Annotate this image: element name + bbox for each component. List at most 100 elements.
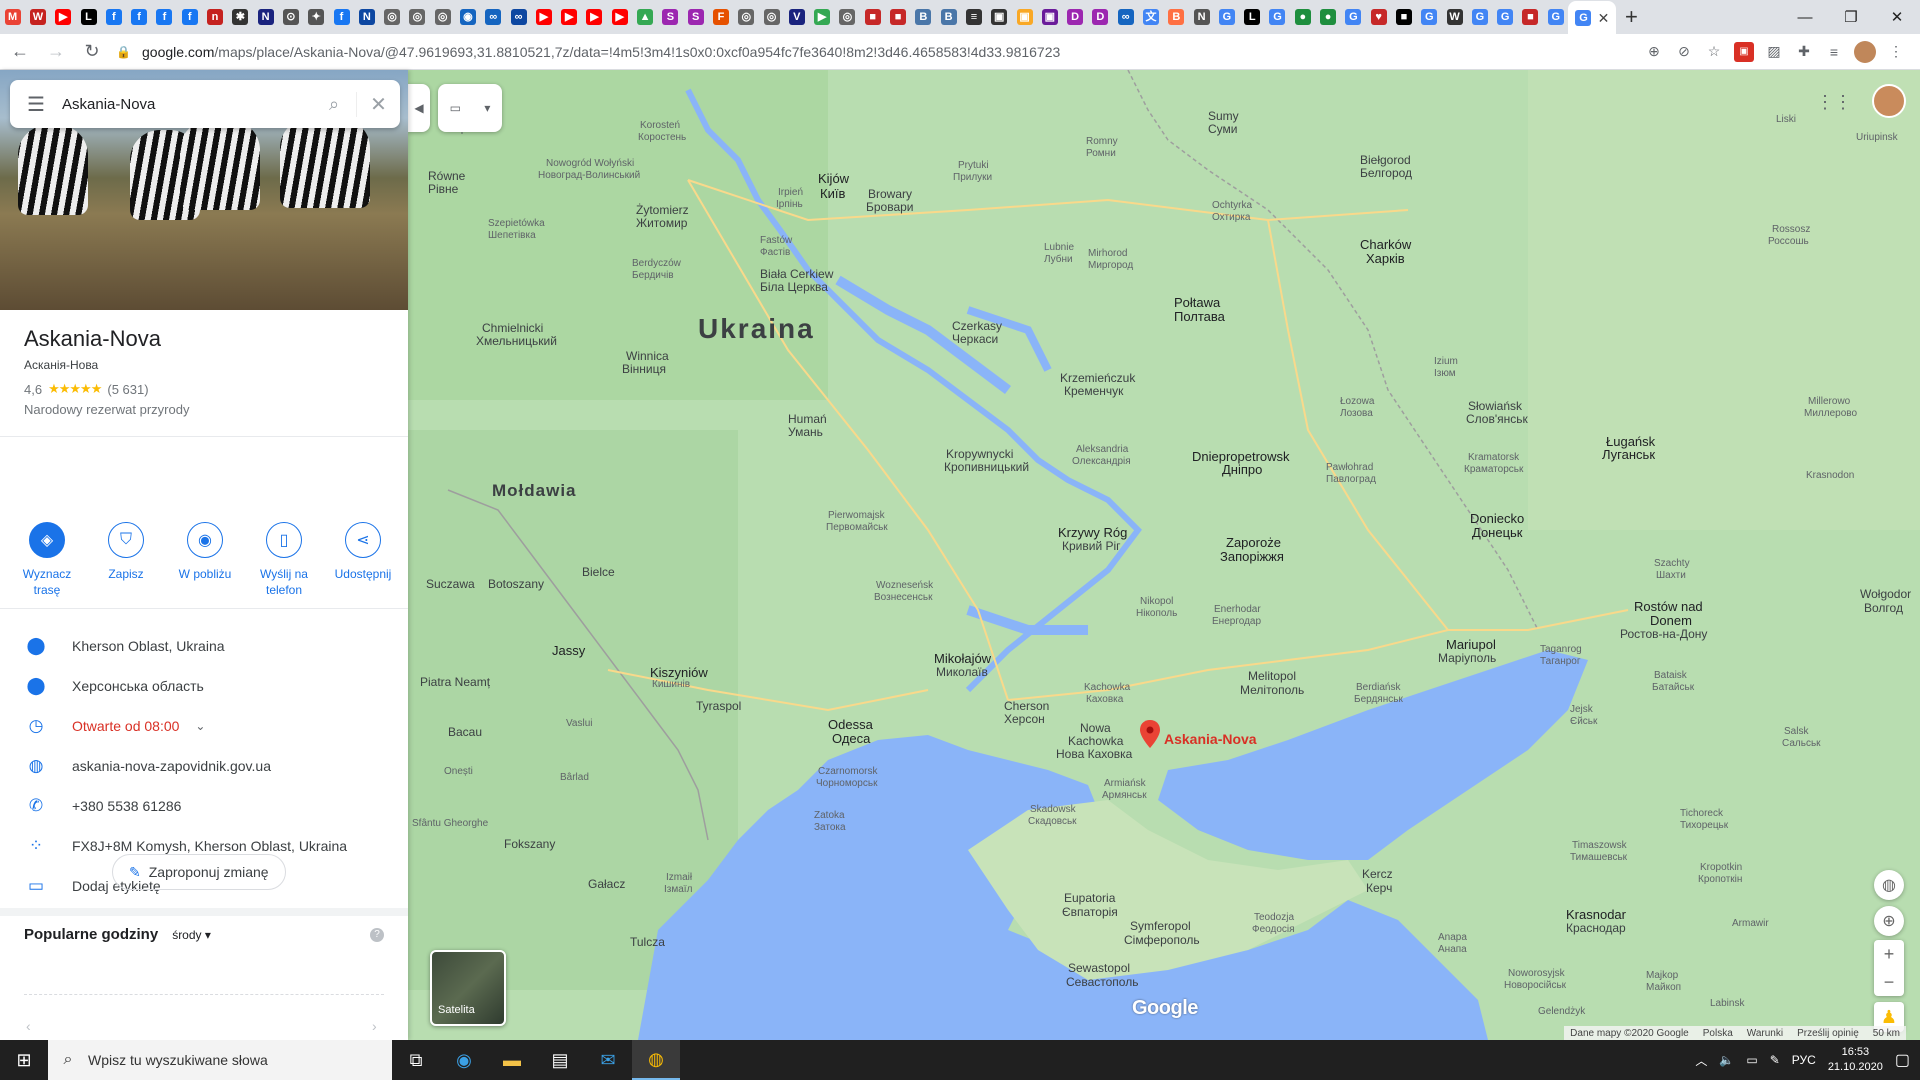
more-menu-icon[interactable]: ⋮ [1886, 42, 1906, 62]
map-place-label[interactable]: Дніпро [1222, 463, 1262, 476]
map-place-label[interactable]: Ірпінь [776, 199, 803, 210]
map-place-label[interactable]: Timaszowsk [1572, 840, 1627, 851]
map-place-label[interactable]: Нова Каховка [1056, 748, 1132, 761]
address-local-row[interactable]: ⬤ Херсонська область [0, 666, 408, 706]
map-place-label[interactable]: Aleksandria [1076, 444, 1128, 455]
map-place-label[interactable]: Бердичів [632, 270, 674, 281]
tab[interactable]: G [1417, 0, 1442, 34]
apps-grid-icon[interactable]: ⋮⋮ [1816, 90, 1852, 114]
notifications-icon[interactable]: ▢ [1895, 1050, 1910, 1070]
tab[interactable]: B [936, 0, 961, 34]
tab[interactable]: ∞ [481, 0, 506, 34]
map-place-label[interactable]: Київ [820, 187, 845, 200]
tab[interactable]: G [1543, 0, 1568, 34]
map-place-label[interactable]: Bârlad [560, 772, 589, 783]
tab[interactable]: f [152, 0, 177, 34]
map-place-label[interactable]: Jejsk [1570, 704, 1593, 715]
map-place-label[interactable]: Ізмаїл [664, 884, 692, 895]
lock-icon[interactable]: 🔒 [116, 45, 134, 59]
account-avatar[interactable] [1872, 84, 1906, 118]
map-place-label[interactable]: Мелітополь [1240, 684, 1304, 697]
phone-row[interactable]: ✆ +380 5538 61286 [0, 786, 408, 826]
map-place-label[interactable]: Pawłohrad [1326, 462, 1373, 473]
map-place-label[interactable]: Irpień [778, 187, 803, 198]
tab[interactable]: ▶ [607, 0, 632, 34]
map-place-label[interactable]: Рівне [428, 183, 458, 196]
tab[interactable]: F [708, 0, 733, 34]
place-category[interactable]: Narodowy rezerwat przyrody [24, 402, 384, 417]
map-place-label[interactable]: Wozneseńsk [876, 580, 933, 591]
map-place-label[interactable]: Єйськ [1570, 716, 1597, 727]
review-count-link[interactable]: (5 631) [107, 382, 148, 397]
tab[interactable]: ✦ [304, 0, 329, 34]
map-place-label[interactable]: Prytuki [958, 160, 989, 171]
tab[interactable]: G [1341, 0, 1366, 34]
map-place-label[interactable]: Волгод [1864, 602, 1903, 615]
taskbar-search[interactable]: ⌕ Wpisz tu wyszukiwane słowa [48, 1040, 392, 1080]
map-place-label[interactable]: Mariupol [1446, 638, 1496, 651]
map-place-label[interactable]: Połtawa [1174, 296, 1220, 309]
map-place-label[interactable]: Szepietówka [488, 218, 545, 229]
map-place-label[interactable]: Одеса [832, 732, 870, 745]
map-place-label[interactable]: Прилуки [953, 172, 992, 183]
tab[interactable]: B [1164, 0, 1189, 34]
tab[interactable]: ◎ [734, 0, 759, 34]
suggest-edit-button[interactable]: ✎ Zaproponuj zmianę [112, 854, 286, 890]
extension-icon[interactable]: ▨ [1764, 42, 1784, 62]
map-place-label[interactable]: Gelendżyk [1538, 1006, 1585, 1017]
chevron-down-icon[interactable]: ⌄ [195, 719, 205, 733]
map-place-label[interactable]: Бердянськ [1354, 694, 1403, 705]
tab[interactable]: ◎ [379, 0, 404, 34]
tab[interactable]: ■ [1518, 0, 1543, 34]
map-place-label[interactable]: Armawir [1732, 918, 1769, 929]
tab[interactable]: L [1240, 0, 1265, 34]
map-place-label[interactable]: Павлоград [1326, 474, 1376, 485]
map-place-label[interactable]: Izium [1434, 356, 1458, 367]
map-place-label[interactable]: Лозова [1340, 408, 1373, 419]
tab[interactable]: ● [1290, 0, 1315, 34]
map-place-label[interactable]: Zatoka [814, 810, 845, 821]
map-place-label[interactable]: Enerhodar [1214, 604, 1261, 615]
map-place-label[interactable]: Pierwomajsk [828, 510, 885, 521]
close-tab-icon[interactable]: ✕ [1598, 10, 1610, 27]
show-hidden-icons[interactable]: ︿ [1695, 1052, 1707, 1069]
bookmark-star-icon[interactable]: ☆ [1704, 42, 1724, 62]
map-place-label[interactable]: Millerowo [1808, 396, 1850, 407]
tab[interactable]: ◎ [759, 0, 784, 34]
tab[interactable]: ✱ [228, 0, 253, 34]
map-place-label[interactable]: Izmaił [666, 872, 692, 883]
tab[interactable]: V [784, 0, 809, 34]
map-place-label[interactable]: Onești [444, 766, 473, 777]
language-indicator[interactable]: РУС [1792, 1053, 1816, 1067]
clock[interactable]: 16:53 21.10.2020 [1828, 1045, 1883, 1075]
volume-icon[interactable]: 🔈 [1719, 1053, 1734, 1067]
map-place-label[interactable]: Ізюм [1434, 368, 1456, 379]
mail-icon[interactable]: ✉ [584, 1040, 632, 1080]
map-place-label[interactable]: Луганськ [1602, 448, 1655, 461]
close-window-button[interactable]: ✕ [1874, 0, 1920, 34]
tab[interactable]: f [329, 0, 354, 34]
map-place-label[interactable]: Вінниця [622, 363, 666, 376]
map-place-label[interactable]: Zaporoże [1226, 536, 1281, 549]
map-place-label[interactable]: Краматорськ [1464, 464, 1523, 475]
globe-view-button[interactable]: ◍ [1874, 870, 1904, 900]
map-place-label[interactable]: Майкоп [1646, 982, 1681, 993]
map-place-label[interactable]: Melitopol [1248, 670, 1296, 683]
tab[interactable]: ▣ [1012, 0, 1037, 34]
tab[interactable]: ▲ [632, 0, 657, 34]
map-place-label[interactable]: Житомир [636, 217, 687, 230]
map-place-label[interactable]: Jassy [552, 644, 585, 657]
map-place-label[interactable]: Bielce [582, 566, 615, 579]
map-place-label[interactable]: Kramatorsk [1468, 452, 1519, 463]
map-place-label[interactable]: Lubnie [1044, 242, 1074, 253]
tab[interactable]: ≡ [961, 0, 986, 34]
map-place-label[interactable]: Новоросійськ [1504, 980, 1566, 991]
tab[interactable]: ▶ [531, 0, 556, 34]
tab[interactable]: G [1467, 0, 1492, 34]
map-place-label[interactable]: Tichoreck [1680, 808, 1723, 819]
map-place-label[interactable]: Кишинів [652, 679, 690, 690]
tab[interactable]: S [658, 0, 683, 34]
tab[interactable]: ■ [860, 0, 885, 34]
map-place-label[interactable]: Charków [1360, 238, 1411, 251]
map-place-label[interactable]: Łozowa [1340, 396, 1374, 407]
